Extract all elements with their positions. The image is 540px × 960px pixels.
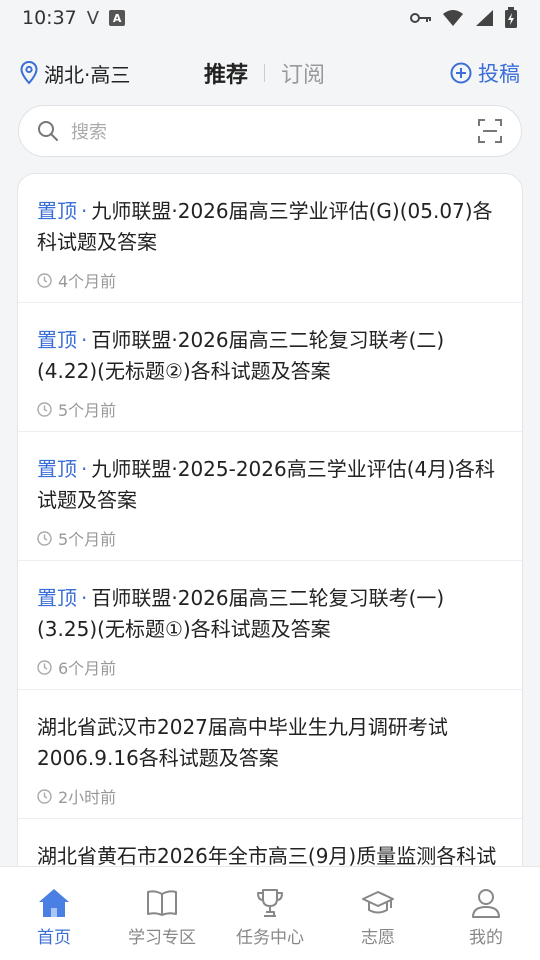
pinned-badge: 置顶 <box>37 586 77 610</box>
item-title-text: 九师联盟·2026届高三学业评估(G)(05.07)各科试题及答案 <box>37 199 493 254</box>
clock-icon <box>37 659 52 675</box>
clock-icon <box>37 401 52 417</box>
list-item[interactable]: 置顶 · 九师联盟·2025-2026高三学业评估(4月)各科试题及答案 5个月前 <box>18 432 522 561</box>
item-time: 6个月前 <box>58 659 117 678</box>
tabbar-label: 学习专区 <box>128 928 196 948</box>
scan-icon[interactable] <box>477 118 503 144</box>
item-time: 5个月前 <box>58 401 117 420</box>
location-selector[interactable]: 湖北·高三 <box>20 59 130 88</box>
item-title: 置顶 · 九师联盟·2025-2026高三学业评估(4月)各科试题及答案 <box>37 454 504 516</box>
search-bar[interactable]: 搜索 <box>18 105 522 157</box>
item-title: 湖北省武汉市2027届高中毕业生九月调研考试2006.9.16各科试题及答案 <box>37 712 504 774</box>
submit-label: 投稿 <box>478 62 520 86</box>
tabbar-item-volunteer[interactable]: 志愿 <box>328 887 428 948</box>
app-notification-icon: A <box>109 10 126 26</box>
feed-tabs: 推荐 订阅 <box>204 48 325 98</box>
tabbar-item-home[interactable]: 首页 <box>4 887 104 948</box>
item-time: 4个月前 <box>58 272 117 291</box>
submit-button[interactable]: 投稿 <box>450 58 520 88</box>
tabbar-label: 首页 <box>37 928 71 948</box>
item-time: 2小时前 <box>58 788 117 807</box>
item-meta: 5个月前 <box>37 526 504 550</box>
plus-circle-icon <box>450 62 472 84</box>
clock-icon <box>37 272 52 288</box>
list-item[interactable]: 置顶 · 百师联盟·2026届高三二轮复习联考(一)(3.25)(无标题①)各科试题… <box>18 561 522 690</box>
separator-dot: · <box>81 328 88 352</box>
tabbar-item-tasks[interactable]: 任务中心 <box>220 887 320 948</box>
wifi-icon <box>443 10 463 26</box>
bottom-tab-bar: 首页 学习专区 任务中心 志愿 我的 <box>0 866 540 960</box>
item-title-text: 九师联盟·2025-2026高三学业评估(4月)各科试题及答案 <box>37 457 496 512</box>
separator-dot: · <box>81 586 88 610</box>
list-item[interactable]: 湖北省黄石市2026年全市高三(9月)质量监测各科试题及答案 <box>18 819 522 872</box>
search-input[interactable]: 搜索 <box>71 118 465 144</box>
list-item[interactable]: 湖北省武汉市2027届高中毕业生九月调研考试2006.9.16各科试题及答案 2… <box>18 690 522 819</box>
key-icon <box>410 13 431 23</box>
item-title-text: 百师联盟·2026届高三二轮复习联考(一)(3.25)(无标题①)各科试题及答案 <box>37 586 445 641</box>
status-bar: 10:37 V A <box>0 0 540 36</box>
item-title: 置顶 · 百师联盟·2026届高三二轮复习联考(二)(4.22)(无标题②)各科试题… <box>37 325 504 387</box>
item-title: 置顶 · 百师联盟·2026届高三二轮复习联考(一)(3.25)(无标题①)各科试题… <box>37 583 504 645</box>
item-meta: 5个月前 <box>37 397 504 421</box>
item-time: 5个月前 <box>58 530 117 549</box>
item-title-text: 百师联盟·2026届高三二轮复习联考(二)(4.22)(无标题②)各科试题及答案 <box>37 328 445 383</box>
location-label: 湖北·高三 <box>44 62 131 87</box>
status-time: 10:37 <box>22 7 77 29</box>
separator-dot: · <box>81 457 88 481</box>
battery-icon <box>505 7 517 28</box>
search-icon <box>38 121 58 141</box>
item-title: 置顶 · 九师联盟·2026届高三学业评估(G)(05.07)各科试题及答案 <box>37 196 504 258</box>
vpn-status-icon: V <box>86 7 100 29</box>
article-list: 置顶 · 九师联盟·2026届高三学业评估(G)(05.07)各科试题及答案 4个月… <box>17 173 523 873</box>
tab-subscribe[interactable]: 订阅 <box>281 57 325 89</box>
user-icon <box>472 889 500 918</box>
header: 湖北·高三 推荐 订阅 投稿 <box>0 48 540 98</box>
list-item[interactable]: 置顶 · 九师联盟·2026届高三学业评估(G)(05.07)各科试题及答案 4个月… <box>18 174 522 303</box>
list-item[interactable]: 置顶 · 百师联盟·2026届高三二轮复习联考(二)(4.22)(无标题②)各科试题… <box>18 303 522 432</box>
book-icon <box>147 890 177 916</box>
clock-icon <box>37 530 52 546</box>
separator-dot: · <box>81 199 88 223</box>
tabbar-item-study[interactable]: 学习专区 <box>112 887 212 948</box>
item-meta: 2小时前 <box>37 784 504 808</box>
tab-divider <box>264 64 266 82</box>
home-icon <box>39 889 69 917</box>
pinned-badge: 置顶 <box>37 199 77 223</box>
item-meta: 4个月前 <box>37 268 504 292</box>
tabbar-label: 我的 <box>469 928 503 948</box>
tabbar-item-mine[interactable]: 我的 <box>436 887 536 948</box>
tabbar-label: 任务中心 <box>236 928 304 948</box>
location-pin-icon <box>20 61 38 85</box>
pinned-badge: 置顶 <box>37 457 77 481</box>
clock-icon <box>37 788 52 804</box>
item-title-text: 湖北省武汉市2027届高中毕业生九月调研考试2006.9.16各科试题及答案 <box>37 715 448 770</box>
trophy-icon <box>257 889 283 917</box>
graduation-cap-icon <box>362 891 394 914</box>
item-meta: 6个月前 <box>37 655 504 679</box>
pinned-badge: 置顶 <box>37 328 77 352</box>
tab-recommend[interactable]: 推荐 <box>204 57 248 89</box>
tabbar-label: 志愿 <box>361 928 395 948</box>
signal-icon <box>476 10 493 26</box>
